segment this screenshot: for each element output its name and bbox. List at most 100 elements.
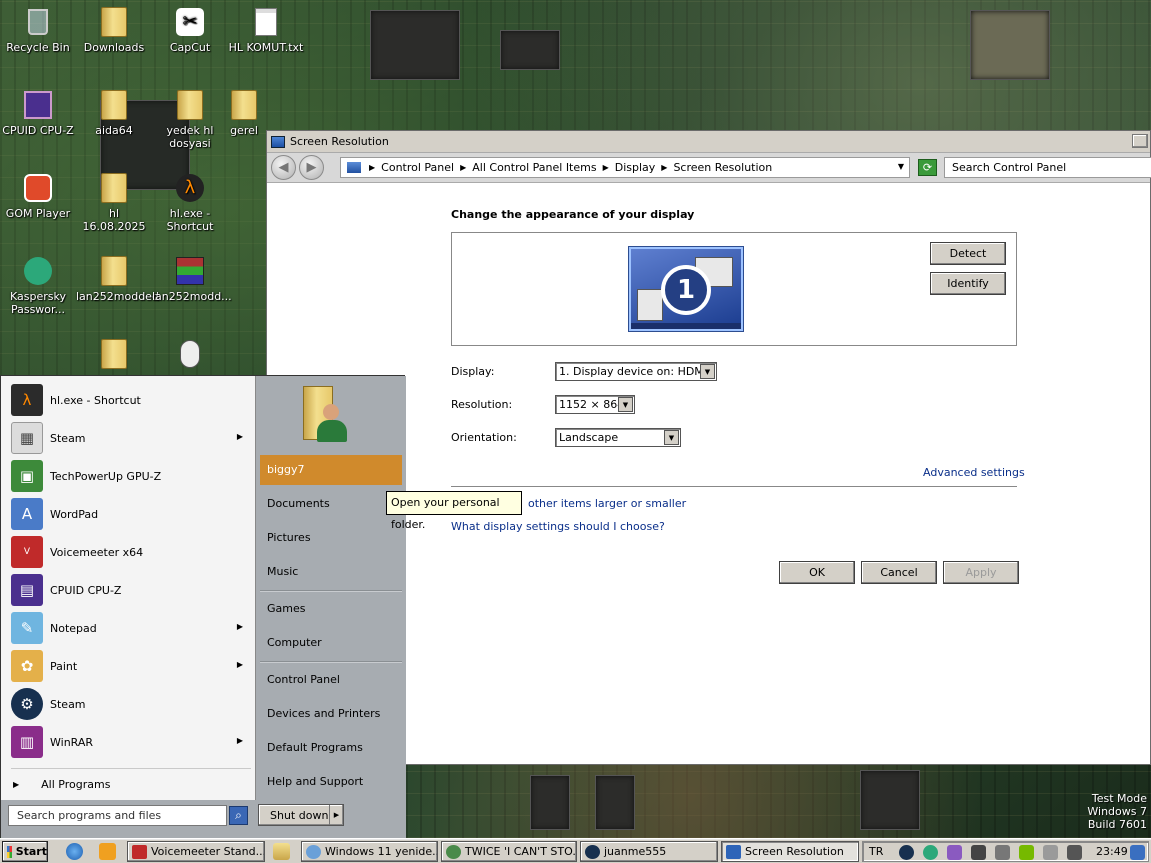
task-windows11[interactable]: Windows 11 yenide... [301,841,438,862]
action-center-icon[interactable] [1043,845,1058,860]
chevron-right-icon[interactable]: ▶ [661,163,667,172]
control-panel-icon [726,844,741,859]
place-control-panel[interactable]: Control Panel [267,665,401,695]
chevron-down-icon[interactable]: ▼ [700,364,715,379]
start-search-input[interactable]: Search programs and files [8,805,227,826]
place-documents[interactable]: Documents [267,489,401,519]
shield-icon[interactable] [971,845,986,860]
program-voicemeeter[interactable]: V Voicemeeter x64 [11,535,251,569]
breadcrumb-all-items[interactable]: All Control Panel Items [472,161,596,174]
user-folder-picture[interactable] [303,382,351,446]
desktop-icon-downloads[interactable]: Downloads [76,6,152,54]
browser-icon [446,844,461,859]
search-input[interactable]: Search Control Panel [944,157,1151,178]
place-devices-printers[interactable]: Devices and Printers [267,699,401,729]
chevron-right-icon[interactable]: ▶ [329,805,343,825]
windows-logo-icon [7,845,12,858]
resolution-label: Resolution: [451,398,513,411]
apply-button[interactable]: Apply [943,561,1019,584]
start-menu: λ hl.exe - Shortcut ▦ Steam ▶ ▣ TechPowe… [0,375,406,838]
start-button[interactable]: Start [2,841,48,862]
forward-button[interactable]: ▶ [299,155,324,180]
steam-tray-icon[interactable] [899,845,914,860]
chevron-right-icon[interactable]: ▶ [603,163,609,172]
breadcrumb-control-panel[interactable]: Control Panel [381,161,454,174]
program-gpuz[interactable]: ▣ TechPowerUp GPU-Z [11,459,251,493]
program-winrar[interactable]: ▥ WinRAR ▶ [11,725,251,759]
display-select[interactable]: 1. Display device on: HDMI ▼ [555,362,717,381]
desktop-icon-yedek-hl[interactable]: yedek hl dosyasi [152,89,228,150]
media-player-icon[interactable] [99,843,116,860]
desktop-icon-lan252modded[interactable]: lan252modded [76,255,159,303]
desktop-icon-recycle-bin[interactable]: Recycle Bin [0,6,76,54]
task-screen-resolution[interactable]: Screen Resolution [721,841,859,862]
back-button[interactable]: ◀ [271,155,296,180]
breadcrumb-screen-resolution[interactable]: Screen Resolution [673,161,772,174]
chevron-down-icon[interactable]: ▼ [898,162,904,171]
ok-button[interactable]: OK [779,561,855,584]
kaspersky-tray-icon[interactable] [923,845,938,860]
desktop-icon-mouse-app[interactable] [152,338,228,373]
chevron-down-icon[interactable]: ▼ [618,397,633,412]
program-notepad[interactable]: ✎ Notepad ▶ [11,611,251,645]
desktop-icon-hl-date[interactable]: hl 16.08.2025 [76,172,152,233]
user-folder-link[interactable]: biggy7 [260,455,402,485]
desktop-icon-kaspersky[interactable]: Kaspersky Passwor... [0,255,76,316]
program-hl-shortcut[interactable]: λ hl.exe - Shortcut [11,383,251,417]
program-wordpad[interactable]: A WordPad [11,497,251,531]
task-steam[interactable]: juanme555 [580,841,718,862]
place-help-support[interactable]: Help and Support [267,767,401,797]
place-computer[interactable]: Computer [267,628,401,658]
breadcrumb[interactable]: ▶ Control Panel ▶ All Control Panel Item… [340,157,910,178]
all-programs[interactable]: ▶ All Programs [11,769,251,799]
task-twice[interactable]: TWICE 'I CAN'T STO... [441,841,577,862]
desktop-icon-hl-komut[interactable]: HL KOMUT.txt [228,6,304,54]
chevron-right-icon[interactable]: ▶ [369,163,375,172]
folder-icon[interactable] [273,843,290,860]
place-pictures[interactable]: Pictures [267,523,401,553]
identify-button[interactable]: Identify [930,272,1006,295]
show-desktop-icon[interactable] [1130,845,1145,860]
desktop-icon-gerel[interactable]: gerel [222,89,266,137]
desktop-icon-aida64[interactable]: aida64 [76,89,152,137]
display-settings-help-link[interactable]: What display settings should I choose? [451,520,665,533]
internet-explorer-icon[interactable] [66,843,83,860]
refresh-button[interactable]: ⟳ [918,159,937,176]
detect-button[interactable]: Detect [930,242,1006,265]
place-default-programs[interactable]: Default Programs [267,733,401,763]
close-button[interactable] [1132,134,1148,148]
desktop-icon-gom-player[interactable]: GOM Player [0,172,76,220]
shutdown-button[interactable]: Shut down ▶ [258,804,344,826]
language-indicator[interactable]: TR [869,845,883,858]
desktop-icon-capcut[interactable]: ✂ CapCut [152,6,228,54]
gom-player-icon [22,172,54,204]
place-music[interactable]: Music [267,557,401,587]
desktop-icon-hl-shortcut[interactable]: λ hl.exe - Shortcut [152,172,228,233]
desktop-icon-lan252modd-rar[interactable]: lan252modd... [152,255,232,303]
breadcrumb-display[interactable]: Display [615,161,656,174]
place-games[interactable]: Games [267,594,401,624]
make-text-larger-link[interactable]: other items larger or smaller [528,497,686,510]
desktop-icon-folder[interactable] [76,338,152,373]
nvidia-tray-icon[interactable] [1019,845,1034,860]
orientation-select[interactable]: Landscape ▼ [555,428,681,447]
pen-tray-icon[interactable] [947,845,962,860]
volume-icon[interactable] [1067,845,1082,860]
divider [260,661,402,662]
advanced-settings-link[interactable]: Advanced settings [923,466,1025,479]
desktop-icon-cpuz[interactable]: CPUID CPU-Z [0,89,76,137]
program-steam[interactable]: ⚙ Steam [11,687,251,721]
resolution-select[interactable]: 1152 × 864 ▼ [555,395,635,414]
program-steam-folder[interactable]: ▦ Steam ▶ [11,421,251,455]
monitor-1-preview[interactable]: 1 [629,247,743,331]
chevron-right-icon[interactable]: ▶ [460,163,466,172]
cancel-button[interactable]: Cancel [861,561,937,584]
task-voicemeeter[interactable]: Voicemeeter Stand... [127,841,265,862]
program-paint[interactable]: ✿ Paint ▶ [11,649,251,683]
window-titlebar[interactable]: Screen Resolution [267,131,1150,153]
search-icon[interactable]: ⌕ [229,806,248,825]
clock[interactable]: 23:49 [1096,845,1128,858]
chevron-down-icon[interactable]: ▼ [664,430,679,445]
program-cpuz[interactable]: ▤ CPUID CPU-Z [11,573,251,607]
network-tray-icon[interactable] [995,845,1010,860]
